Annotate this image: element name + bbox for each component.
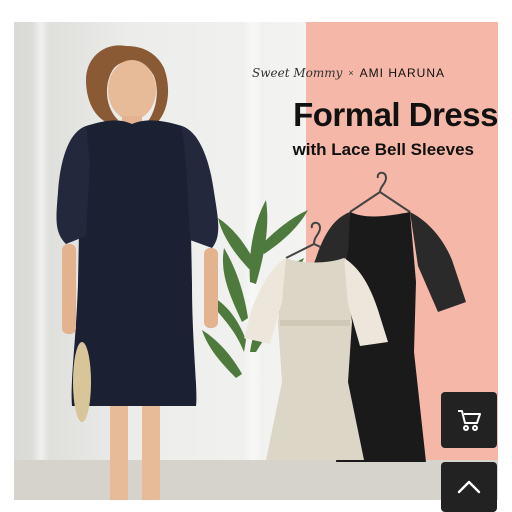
brand-collab-name: AMI HARUNA [359, 66, 445, 80]
banner-subtitle: with Lace Bell Sleeves [292, 140, 474, 159]
banner-title: Formal Dress [293, 96, 498, 133]
cart-button[interactable] [441, 392, 497, 448]
product-banner[interactable]: Sweet Mommy × AMI HARUNA Formal Dress wi… [14, 22, 498, 500]
cart-icon [458, 410, 481, 431]
back-to-top-button[interactable] [441, 462, 497, 512]
model-woman [56, 45, 219, 500]
brand-separator: × [348, 68, 354, 78]
brand-line: Sweet Mommy × AMI HARUNA [252, 66, 492, 80]
brand-script-logo: Sweet Mommy [252, 66, 343, 80]
chevron-up-icon [457, 480, 481, 494]
banner-illustration [56, 45, 466, 500]
